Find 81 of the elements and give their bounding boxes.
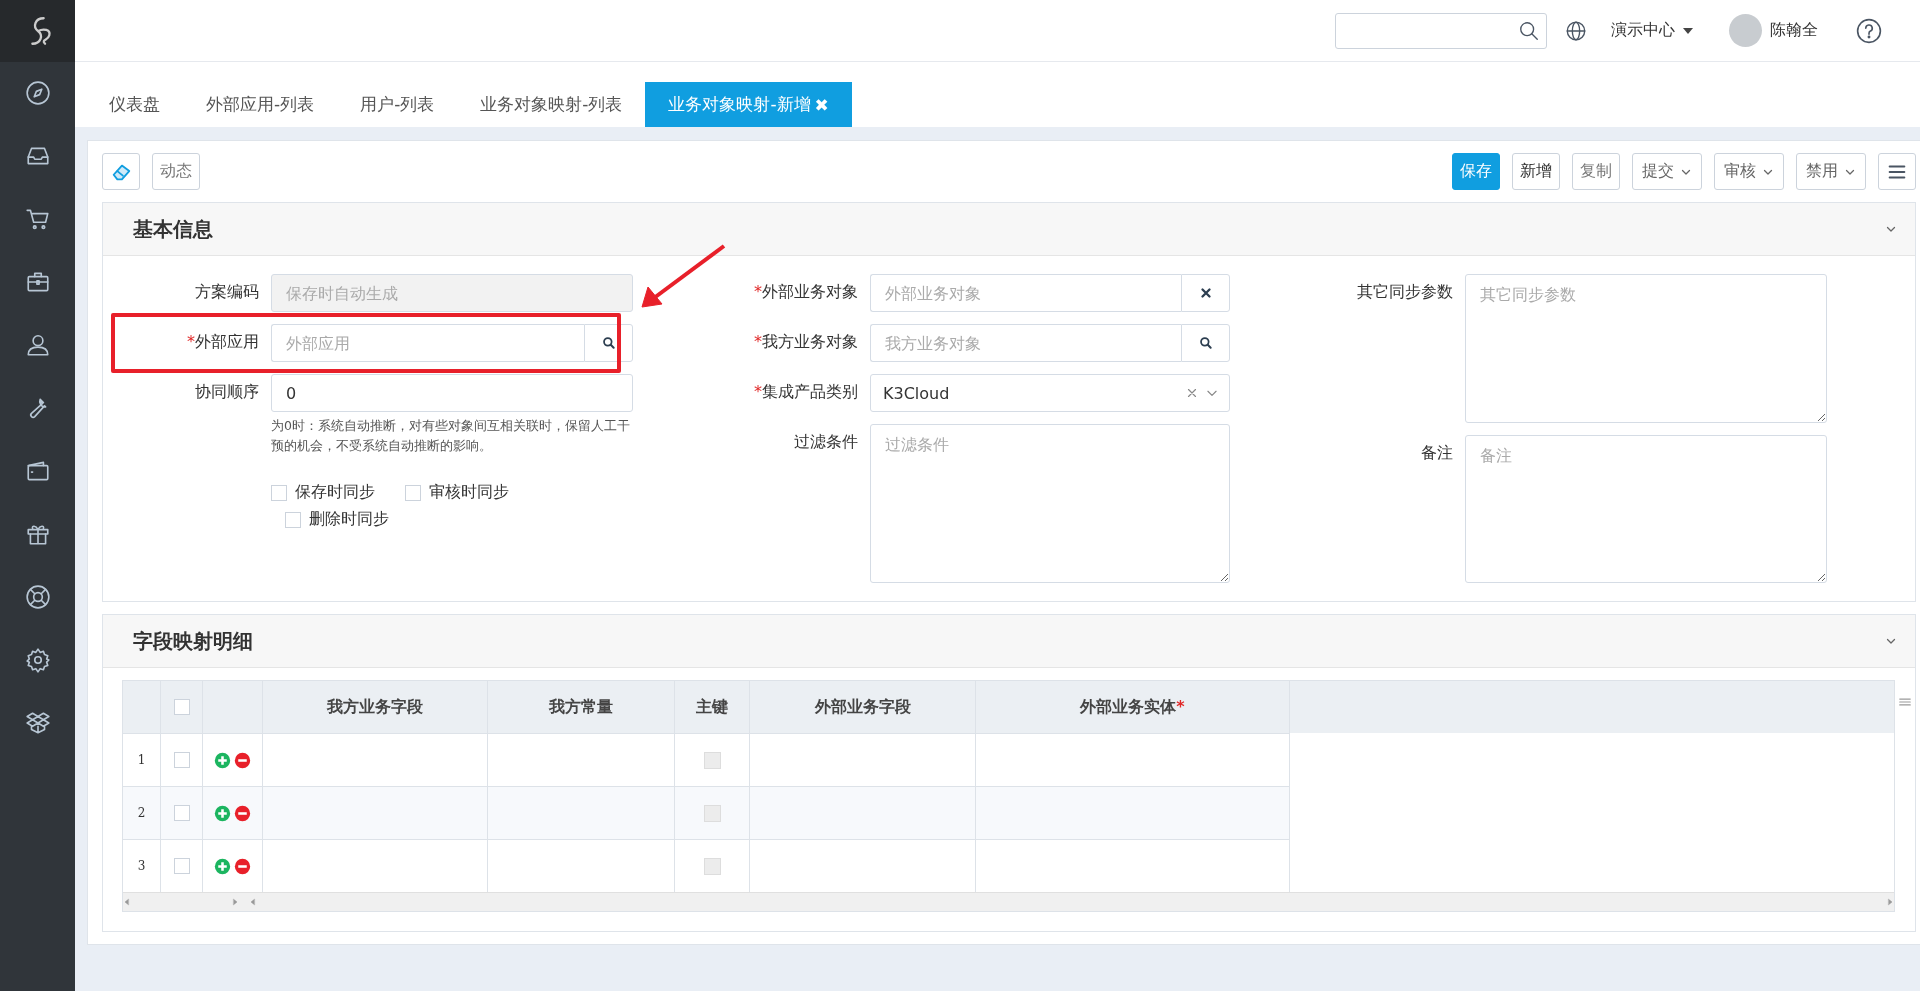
clear-button[interactable] xyxy=(1181,274,1230,312)
settings-icon[interactable] xyxy=(24,647,51,673)
column-header: 主键 xyxy=(696,696,728,718)
row-checkbox[interactable] xyxy=(173,805,190,821)
compass-icon[interactable] xyxy=(24,80,51,106)
help-icon[interactable] xyxy=(1856,17,1882,44)
row-checkbox[interactable] xyxy=(173,752,190,768)
text-area[interactable]: 备注 xyxy=(1465,434,1827,583)
toolbar-button[interactable]: 新增 xyxy=(1512,153,1560,190)
scroll-right-icon[interactable] xyxy=(1886,898,1894,906)
org-dropdown[interactable]: 演示中心 xyxy=(1611,20,1693,41)
checkbox-label: 保存时同步 xyxy=(295,482,375,503)
column-header: 我方常量 xyxy=(549,696,613,718)
field-label: *外部应用 xyxy=(186,331,259,353)
eraser-button[interactable] xyxy=(102,153,140,190)
tab[interactable]: 外部应用-列表 xyxy=(183,82,338,127)
row-number: 3 xyxy=(137,859,146,873)
row-checkbox[interactable] xyxy=(173,858,190,874)
select-field[interactable]: K3Cloud xyxy=(870,374,1230,412)
user-name[interactable]: 陈翰全 xyxy=(1770,20,1818,41)
field-label: 备注 xyxy=(1420,441,1453,464)
lifebuoy-icon[interactable] xyxy=(24,584,51,610)
field-label: 过滤条件 xyxy=(793,431,858,453)
field-label: 其它同步参数 xyxy=(1356,281,1453,303)
search-icon xyxy=(601,336,616,350)
hint-text: 为0时：系统自动推断，对有些对象间互相关联时，保留人工干预的机会，不受系统自动推断的影响。 xyxy=(271,417,631,455)
globe-icon[interactable] xyxy=(1565,19,1587,42)
checkbox[interactable] xyxy=(405,484,421,501)
row-number: 2 xyxy=(137,806,146,820)
select-all-checkbox[interactable] xyxy=(173,699,190,715)
clear-icon[interactable] xyxy=(1185,386,1199,400)
search-icon[interactable] xyxy=(1518,19,1540,42)
field-label: *外部业务对象 xyxy=(753,281,858,303)
box-icon[interactable] xyxy=(24,710,51,736)
column-header: 外部业务实体* xyxy=(1080,696,1185,718)
tab[interactable]: 用户-列表 xyxy=(337,82,458,127)
lookup-field[interactable]: 外部应用 xyxy=(271,324,584,362)
checkbox[interactable] xyxy=(271,484,287,501)
column-header: 外部业务字段 xyxy=(814,696,911,718)
text-area[interactable]: 过滤条件 xyxy=(870,424,1230,583)
search-button[interactable] xyxy=(1181,324,1230,362)
add-row-icon[interactable] xyxy=(214,751,231,769)
field-label: 方案编码 xyxy=(194,281,259,303)
field-label: *我方业务对象 xyxy=(753,331,858,353)
checkbox[interactable] xyxy=(285,511,301,528)
field-label: 协同顺序 xyxy=(194,381,259,403)
section-title: 基本信息 xyxy=(133,215,213,243)
toolbar-button[interactable]: 复制 xyxy=(1572,153,1620,190)
checkbox-label: 删除时同步 xyxy=(309,509,389,530)
checkbox-label: 审核时同步 xyxy=(429,482,509,503)
scroll-left-icon[interactable] xyxy=(123,898,131,906)
scroll-right-icon[interactable] xyxy=(231,898,239,906)
search-icon xyxy=(1198,336,1213,350)
menu-button[interactable] xyxy=(1878,153,1916,190)
close-icon xyxy=(1198,286,1213,300)
toolbar-button[interactable]: 禁用 xyxy=(1796,153,1866,190)
column-header: 我方业务字段 xyxy=(327,696,423,718)
scroll-left-icon[interactable] xyxy=(249,898,257,906)
user-icon[interactable] xyxy=(24,332,51,358)
row-number: 1 xyxy=(137,753,146,767)
toolbar-button[interactable]: 审核 xyxy=(1714,153,1784,190)
field-label: *集成产品类别 xyxy=(753,381,858,403)
text-field[interactable]: 0 xyxy=(271,374,633,412)
key-checkbox[interactable] xyxy=(703,751,721,769)
add-row-icon[interactable] xyxy=(214,804,231,822)
lookup-field[interactable]: 外部业务对象 xyxy=(870,274,1181,312)
text-area[interactable]: 其它同步参数 xyxy=(1465,274,1827,423)
remove-row-icon[interactable] xyxy=(234,857,251,875)
remove-row-icon[interactable] xyxy=(234,751,251,769)
section-title: 字段映射明细 xyxy=(133,627,253,655)
toolbar-button[interactable]: 提交 xyxy=(1632,153,1702,190)
tab[interactable]: 业务对象映射-列表 xyxy=(457,82,646,127)
tab[interactable]: 仪表盘 xyxy=(86,82,183,127)
remove-row-icon[interactable] xyxy=(234,804,251,822)
search-button[interactable] xyxy=(584,324,633,362)
activity-button[interactable]: 动态 xyxy=(152,153,200,190)
key-checkbox[interactable] xyxy=(703,857,721,875)
lookup-field[interactable]: 我方业务对象 xyxy=(870,324,1181,362)
add-row-icon[interactable] xyxy=(214,857,231,875)
search-field[interactable] xyxy=(1335,12,1547,49)
key-checkbox[interactable] xyxy=(703,804,721,822)
